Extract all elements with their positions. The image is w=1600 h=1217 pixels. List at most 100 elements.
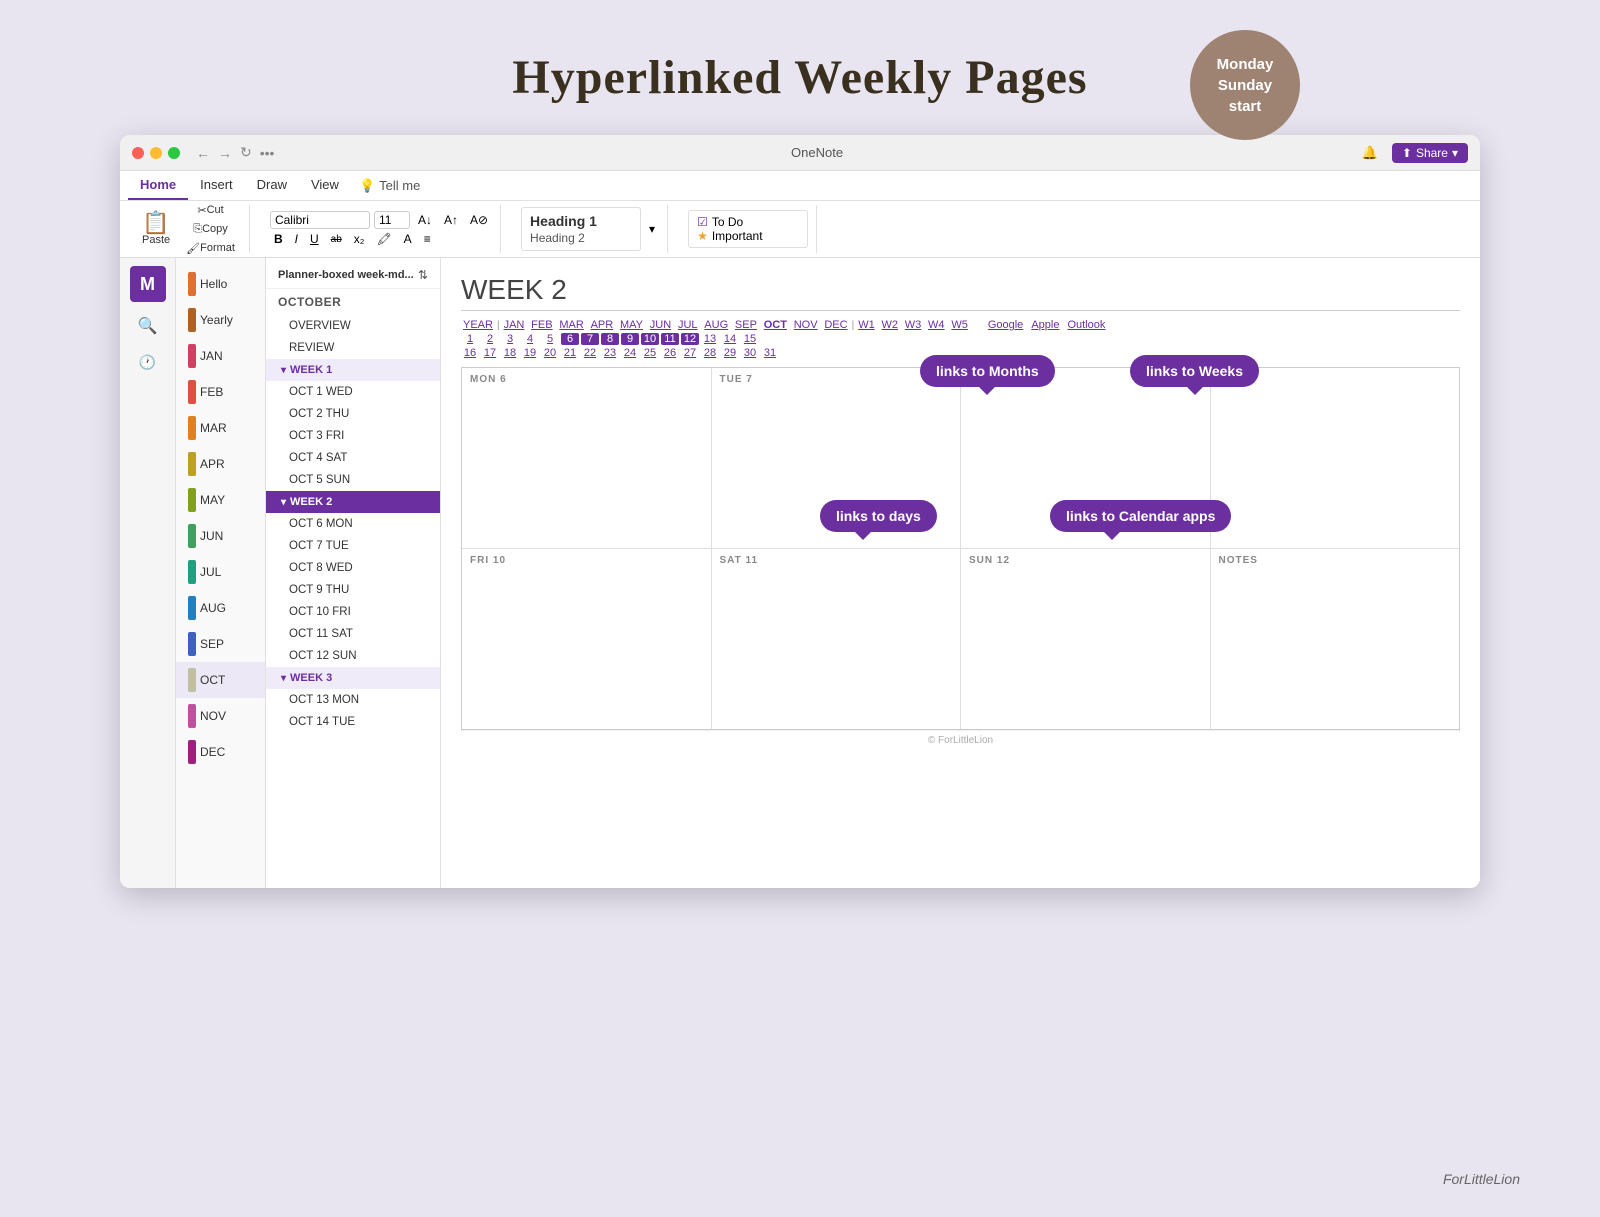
- cal-date-6[interactable]: 6: [561, 333, 579, 345]
- cal-week-w2[interactable]: W2: [879, 319, 900, 331]
- font-color-button[interactable]: A: [400, 231, 416, 247]
- cal-year-link[interactable]: YEAR: [461, 319, 495, 331]
- cal-month-may[interactable]: MAY: [618, 319, 645, 331]
- note-content[interactable]: WEEK 2 YEAR | JAN FEB MAR APR MAY JUN JU…: [441, 258, 1480, 888]
- cal-date-2[interactable]: 2: [481, 333, 499, 345]
- minimize-button[interactable]: [150, 147, 162, 159]
- strikethrough-button[interactable]: ab: [327, 233, 346, 246]
- section-item-jul[interactable]: JUL: [176, 554, 265, 590]
- cal-month-dec[interactable]: DEC: [822, 319, 849, 331]
- page-item[interactable]: OCT 10 FRI: [266, 601, 440, 623]
- page-item[interactable]: OVERVIEW: [266, 315, 440, 337]
- grid-cell-sat-11[interactable]: SAT 11: [712, 549, 962, 729]
- important-item[interactable]: ★ Important: [697, 229, 799, 243]
- cal-month-feb[interactable]: FEB: [529, 319, 554, 331]
- cal-date-1[interactable]: 1: [461, 333, 479, 345]
- section-item-nov[interactable]: NOV: [176, 698, 265, 734]
- page-item[interactable]: OCT 13 MON: [266, 689, 440, 711]
- section-item-may[interactable]: MAY: [176, 482, 265, 518]
- section-item-sep[interactable]: SEP: [176, 626, 265, 662]
- ext-cal-apple[interactable]: Apple: [1031, 319, 1059, 331]
- page-item[interactable]: OCT 6 MON: [266, 513, 440, 535]
- cal-month-jul[interactable]: JUL: [676, 319, 700, 331]
- cal-date-10[interactable]: 10: [641, 333, 659, 345]
- sort-icon[interactable]: ⇅: [418, 268, 428, 282]
- cal-date-14[interactable]: 14: [721, 333, 739, 345]
- page-item[interactable]: OCT 5 SUN: [266, 469, 440, 491]
- cal-date-9[interactable]: 9: [621, 333, 639, 345]
- search-button[interactable]: 🔍: [130, 308, 166, 344]
- copy-button[interactable]: ⎘ Copy: [180, 221, 241, 238]
- heading1-style[interactable]: Heading 1: [530, 212, 632, 230]
- cal-month-apr[interactable]: APR: [589, 319, 616, 331]
- cal-date-17[interactable]: 17: [481, 347, 499, 359]
- section-item-oct[interactable]: OCT: [176, 662, 265, 698]
- cal-date-29[interactable]: 29: [721, 347, 739, 359]
- cal-month-jun[interactable]: JUN: [648, 319, 673, 331]
- cal-date-3[interactable]: 3: [501, 333, 519, 345]
- section-item-aug[interactable]: AUG: [176, 590, 265, 626]
- cal-week-w4[interactable]: W4: [926, 319, 947, 331]
- cal-month-oct[interactable]: OCT: [762, 319, 789, 331]
- cal-date-19[interactable]: 19: [521, 347, 539, 359]
- cal-month-sep[interactable]: SEP: [733, 319, 759, 331]
- cal-date-23[interactable]: 23: [601, 347, 619, 359]
- grid-cell-thu-9[interactable]: THU 9: [1211, 368, 1460, 548]
- cal-date-15[interactable]: 15: [741, 333, 759, 345]
- forward-button[interactable]: →: [214, 143, 236, 163]
- subscript-button[interactable]: x₂: [350, 231, 369, 247]
- section-item-feb[interactable]: FEB: [176, 374, 265, 410]
- tab-insert[interactable]: Insert: [188, 171, 245, 200]
- grid-cell-fri-10[interactable]: FRI 10: [462, 549, 712, 729]
- page-item[interactable]: OCT 12 SUN: [266, 645, 440, 667]
- grid-cell-sun-12[interactable]: SUN 12: [961, 549, 1211, 729]
- cal-week-w3[interactable]: W3: [903, 319, 924, 331]
- page-item[interactable]: OCT 8 WED: [266, 557, 440, 579]
- page-item[interactable]: OCT 4 SAT: [266, 447, 440, 469]
- todo-item[interactable]: ☑ To Do: [697, 215, 799, 229]
- font-size-decrease[interactable]: A↓: [414, 212, 436, 228]
- cal-date-13[interactable]: 13: [701, 333, 719, 345]
- cal-date-25[interactable]: 25: [641, 347, 659, 359]
- cal-date-20[interactable]: 20: [541, 347, 559, 359]
- font-size-increase[interactable]: A↑: [440, 212, 462, 228]
- cal-month-aug[interactable]: AUG: [702, 319, 730, 331]
- section-item-apr[interactable]: APR: [176, 446, 265, 482]
- cal-date-26[interactable]: 26: [661, 347, 679, 359]
- ext-cal-outlook[interactable]: Outlook: [1067, 319, 1105, 331]
- week-header-week-2[interactable]: ▾WEEK 2: [266, 491, 440, 513]
- cal-date-30[interactable]: 30: [741, 347, 759, 359]
- maximize-button[interactable]: [168, 147, 180, 159]
- highlight-button[interactable]: 🖍: [372, 231, 395, 247]
- back-button[interactable]: ←: [192, 143, 214, 163]
- cal-date-11[interactable]: 11: [661, 333, 679, 345]
- clear-format-button[interactable]: A⊘: [466, 212, 492, 228]
- tab-home[interactable]: Home: [128, 171, 188, 200]
- section-item-jan[interactable]: JAN: [176, 338, 265, 374]
- page-item[interactable]: OCT 11 SAT: [266, 623, 440, 645]
- section-item-mar[interactable]: MAR: [176, 410, 265, 446]
- section-item-dec[interactable]: DEC: [176, 734, 265, 770]
- cal-date-22[interactable]: 22: [581, 347, 599, 359]
- cal-date-24[interactable]: 24: [621, 347, 639, 359]
- tell-me[interactable]: 💡 Tell me: [351, 171, 428, 200]
- font-family-input[interactable]: [270, 211, 370, 229]
- page-item[interactable]: REVIEW: [266, 337, 440, 359]
- styles-expand-button[interactable]: ▾: [645, 221, 659, 237]
- format-button[interactable]: 🖌 Format: [180, 240, 241, 257]
- page-item[interactable]: OCT 1 WED: [266, 381, 440, 403]
- page-item[interactable]: OCT 2 THU: [266, 403, 440, 425]
- page-item[interactable]: OCT 7 TUE: [266, 535, 440, 557]
- section-item-jun[interactable]: JUN: [176, 518, 265, 554]
- page-item[interactable]: OCT 3 FRI: [266, 425, 440, 447]
- ext-cal-google[interactable]: Google: [988, 319, 1023, 331]
- cal-date-28[interactable]: 28: [701, 347, 719, 359]
- section-item-hello[interactable]: Hello: [176, 266, 265, 302]
- cal-date-8[interactable]: 8: [601, 333, 619, 345]
- cal-date-4[interactable]: 4: [521, 333, 539, 345]
- grid-cell-mon-6[interactable]: MON 6: [462, 368, 712, 548]
- cal-date-7[interactable]: 7: [581, 333, 599, 345]
- cal-date-21[interactable]: 21: [561, 347, 579, 359]
- notifications-button[interactable]: 🔔: [1356, 143, 1384, 163]
- more-button[interactable]: •••: [256, 143, 279, 163]
